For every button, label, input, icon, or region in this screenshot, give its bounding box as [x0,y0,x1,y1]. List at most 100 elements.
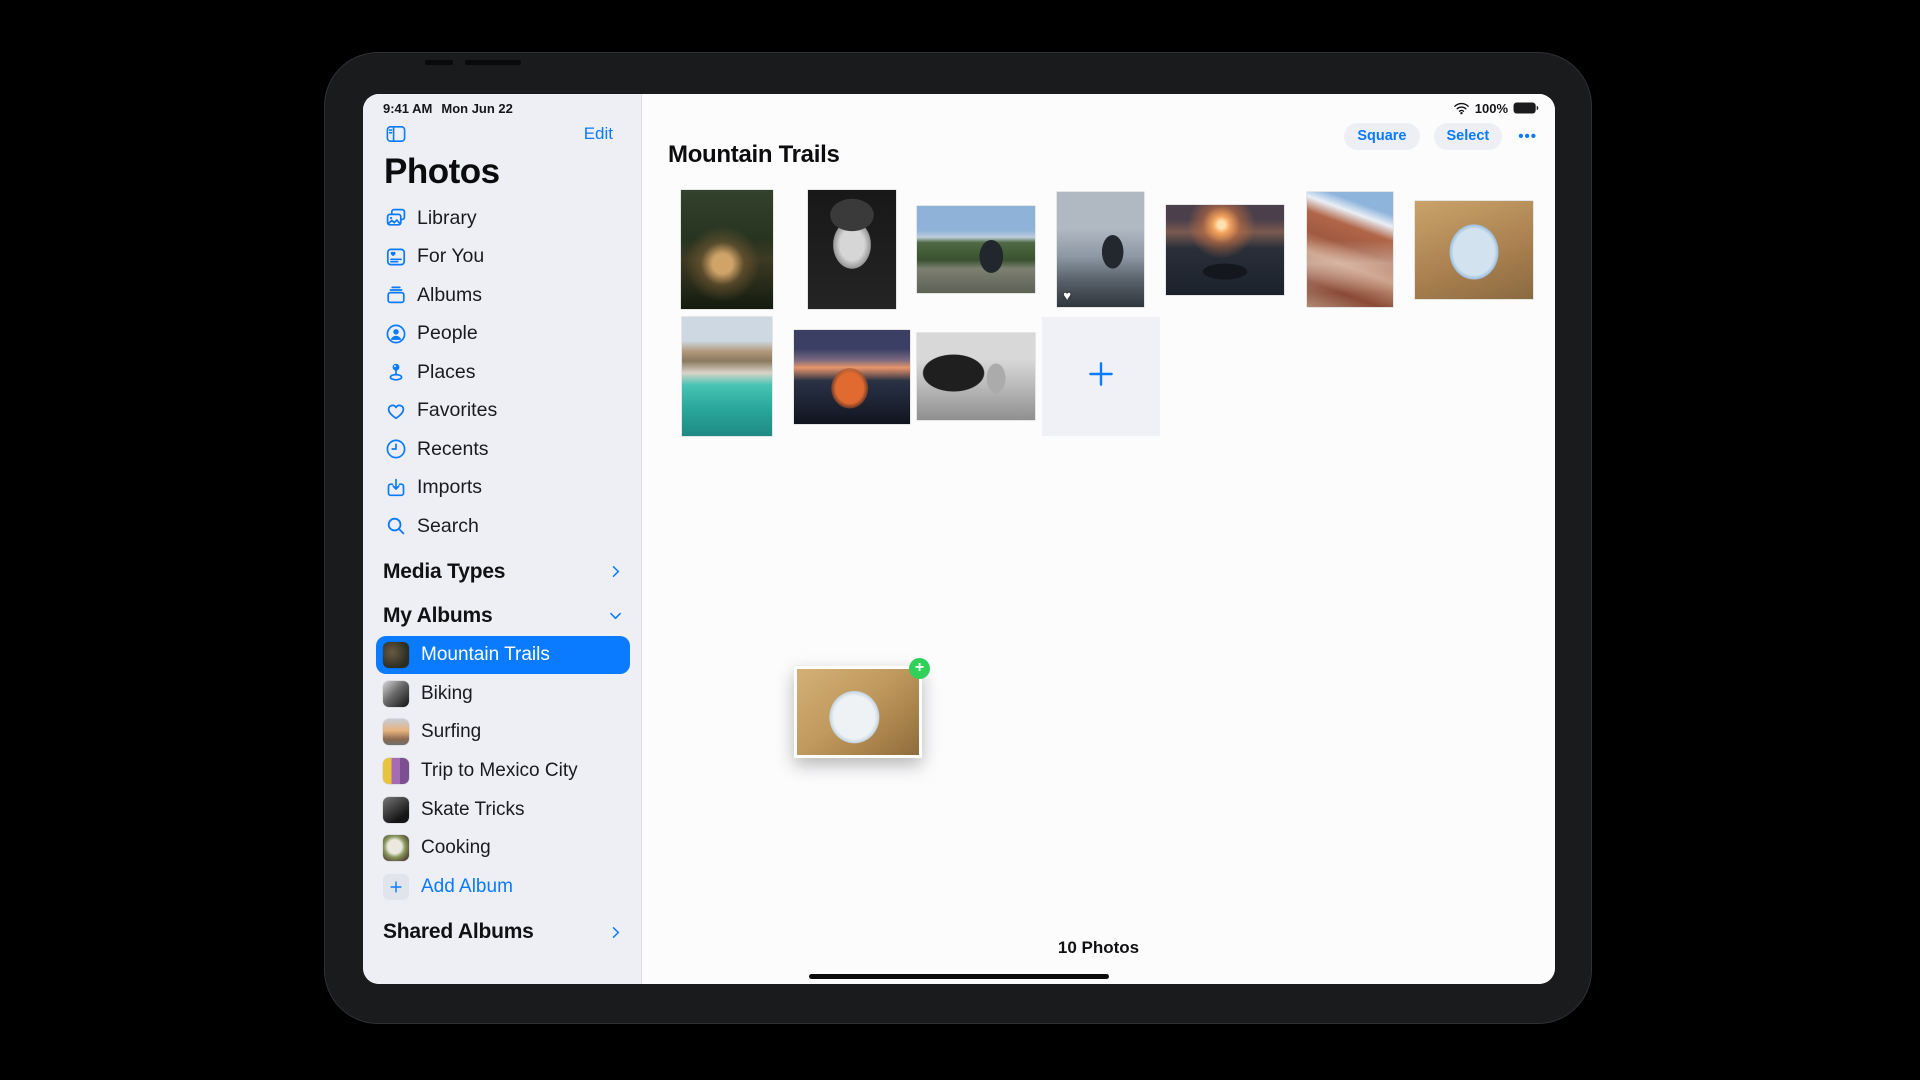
sidebar-item-favorites[interactable]: Favorites [363,392,641,431]
album-item-label: Biking [421,683,473,705]
sidebar-section-media-types[interactable]: Media Types [363,552,641,592]
sidebar-item-albums[interactable]: Albums [363,276,641,315]
photo-cell [668,317,787,436]
album-list: Mountain Trails Biking Surfing Trip to Mexi… [363,636,641,868]
imports-icon [384,476,408,500]
photo-grid: ♥ [668,190,1534,436]
album-title: Mountain Trails [668,141,840,169]
top-button [425,60,453,65]
sidebar-toggle-icon[interactable] [384,122,408,146]
photo-thumbnail-rock-arch-opening-with-clouds[interactable] [1415,201,1533,299]
sidebar-item-label: Places [417,361,476,384]
sidebar-item-for-you[interactable]: For You [363,238,641,277]
album-item-skate-tricks[interactable]: Skate Tricks [363,790,641,829]
volume-buttons [465,60,521,65]
photo-thumbnail-forest-trail-with-sunlight[interactable] [681,190,773,309]
sidebar-item-places[interactable]: Places [363,353,641,392]
for-you-icon [384,245,408,269]
main-content: Square Select ••• Mountain Trails ♥ + 10… [642,94,1555,984]
photo-cell [1291,190,1410,309]
photo-cell [793,317,912,436]
ipad-device-frame: 9:41 AM Mon Jun 22 100% [324,52,1592,1024]
sidebar-item-people[interactable]: People [363,315,641,354]
sidebar-item-imports[interactable]: Imports [363,469,641,508]
photo-thumbnail-black-and-white-man-with-horse[interactable] [917,333,1035,420]
sidebar-section-my-albums[interactable]: My Albums [363,596,641,636]
plus-icon [1084,357,1118,396]
sidebar: Edit Photos Library For You Albums People Pl… [363,94,642,984]
section-label: Media Types [383,560,505,584]
album-thumbnail-mexico [383,758,409,784]
album-item-trip-to-mexico-city[interactable]: Trip to Mexico City [363,752,641,791]
chevron-down-icon [607,607,624,624]
album-item-cooking[interactable]: Cooking [363,829,641,868]
plus-icon [383,874,409,900]
albums-icon [384,283,408,307]
photo-thumbnail-cyclist-riding-past-trees-under-blue-sky[interactable] [917,206,1035,293]
sidebar-item-label: Recents [417,438,489,461]
sidebar-item-label: Albums [417,284,482,307]
photo-cell [1166,190,1285,309]
sidebar-item-label: Library [417,207,477,230]
sidebar-section-shared-albums[interactable]: Shared Albums [363,912,641,952]
dragged-photo-image [797,669,919,755]
photo-thumbnail-red-rock-slot-canyon[interactable] [1307,192,1393,307]
photo-thumbnail-cyclist-silhouette-against-cloudy-sky[interactable]: ♥ [1057,192,1144,307]
dragged-photo[interactable]: + [794,666,922,758]
sidebar-item-label: Favorites [417,399,497,422]
photo-cell: ♥ [1042,190,1161,309]
sidebar-item-search[interactable]: Search [363,507,641,546]
album-item-label: Mountain Trails [421,644,550,666]
add-album-button[interactable]: Add Album [363,868,641,907]
ipad-screen: 9:41 AM Mon Jun 22 100% [363,94,1555,984]
album-item-label: Trip to Mexico City [421,760,578,782]
photo-thumbnail-sunset-over-sea-with-people-on-shore[interactable] [1166,205,1284,295]
section-label: My Albums [383,604,492,628]
sidebar-header: Edit [363,123,641,145]
sidebar-nav: Library For You Albums People Places Favorite… [363,199,641,546]
favorite-heart-icon: ♥ [1063,289,1071,302]
album-item-label: Surfing [421,721,481,743]
chevron-right-icon [607,563,624,580]
sidebar-item-recents[interactable]: Recents [363,430,641,469]
photo-cell [917,190,1036,309]
more-options-button[interactable]: ••• [1516,125,1539,148]
favorites-heart-icon [384,399,408,423]
people-icon [384,322,408,346]
photo-cell [917,317,1036,436]
album-thumbnail-surfing [383,719,409,745]
search-icon [384,514,408,538]
album-item-label: Cooking [421,837,491,859]
album-item-mountain-trails[interactable]: Mountain Trails [376,636,630,675]
section-label: Shared Albums [383,920,534,944]
photo-thumbnail-person-in-orange-shirt-at-dusk[interactable] [794,330,910,424]
photo-thumbnail-black-and-white-cyclist-portrait-in-helmet[interactable] [808,190,896,309]
select-button[interactable]: Select [1434,123,1503,150]
album-item-label: Skate Tricks [421,799,524,821]
toolbar: Square Select ••• [1344,123,1539,150]
places-pin-icon [384,360,408,384]
sidebar-item-label: Search [417,515,479,538]
screenshot-background: 9:41 AM Mon Jun 22 100% [0,0,1920,1080]
album-item-surfing[interactable]: Surfing [363,713,641,752]
app-title: Photos [384,153,641,191]
edit-button[interactable]: Edit [584,124,613,144]
photo-cell [668,190,787,309]
add-album-label: Add Album [421,876,513,898]
recents-clock-icon [384,437,408,461]
album-thumbnail-biking [383,681,409,707]
add-green-badge-icon: + [909,658,930,679]
photo-thumbnail-coastal-village-with-turquoise-water[interactable] [682,317,772,436]
album-thumbnail-mountain-trails [383,642,409,668]
square-button[interactable]: Square [1344,123,1419,150]
home-indicator[interactable] [809,974,1109,979]
sidebar-item-library[interactable]: Library [363,199,641,238]
library-icon [384,206,408,230]
sidebar-item-label: People [417,322,478,345]
chevron-right-icon [607,924,624,941]
album-item-biking[interactable]: Biking [363,674,641,713]
add-photos-tile[interactable] [1042,317,1161,436]
photo-cell [1042,317,1161,436]
photo-cell [793,190,912,309]
album-thumbnail-cooking [383,835,409,861]
